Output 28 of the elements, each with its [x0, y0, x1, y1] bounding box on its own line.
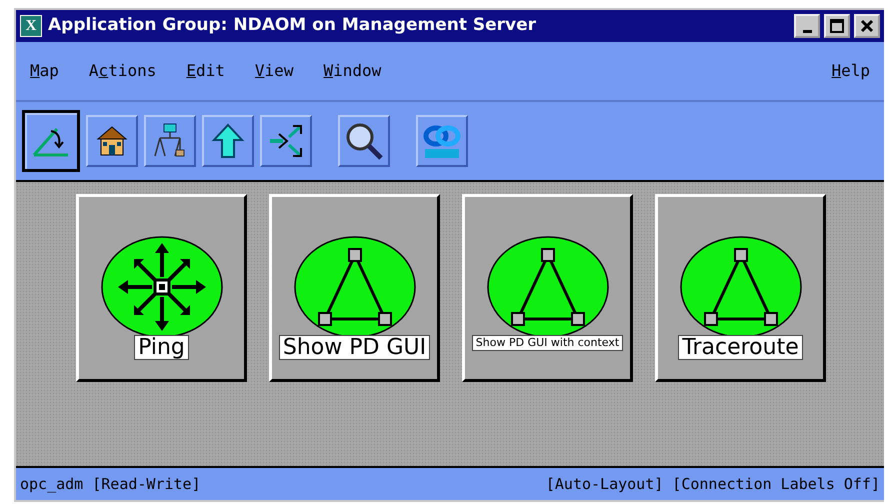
toolbar-button[interactable]	[22, 110, 80, 172]
menu-item[interactable]: Help	[831, 59, 870, 83]
application-tile[interactable]: Show PD GUI with context	[462, 194, 633, 382]
application-label: Ping	[134, 335, 189, 360]
maximize-button[interactable]	[824, 14, 850, 38]
application-tile[interactable]: Traceroute	[655, 194, 826, 382]
up-arrow-icon	[211, 122, 245, 160]
application-tile[interactable]: Ping	[76, 194, 247, 382]
menu-item[interactable]: Map	[30, 59, 59, 83]
minimize-button[interactable]	[794, 14, 820, 38]
application-label: Show PD GUI	[278, 335, 430, 360]
close-icon	[859, 18, 875, 34]
maximize-icon	[829, 18, 845, 34]
menu-item[interactable]: Actions	[88, 59, 156, 83]
arrows-icon	[267, 122, 305, 160]
menu-item[interactable]: Edit	[186, 59, 225, 83]
status-text: [Auto-Layout] [Connection Labels Off]	[546, 474, 880, 495]
app-icon: X	[20, 15, 42, 37]
menu-item[interactable]: View	[254, 59, 294, 83]
application-label: Traceroute	[678, 335, 803, 360]
status-text: opc_adm [Read-Write]	[20, 474, 201, 495]
minimize-icon	[802, 30, 812, 32]
window-title: Application Group: NDAOM on Management Server	[48, 14, 538, 38]
search-icon	[344, 121, 384, 161]
application-label: Show PD GUI with context	[472, 335, 624, 351]
close-button[interactable]	[854, 14, 880, 38]
application-tile[interactable]: Show PD GUI	[269, 194, 440, 382]
menu-item[interactable]: Window	[323, 59, 382, 83]
